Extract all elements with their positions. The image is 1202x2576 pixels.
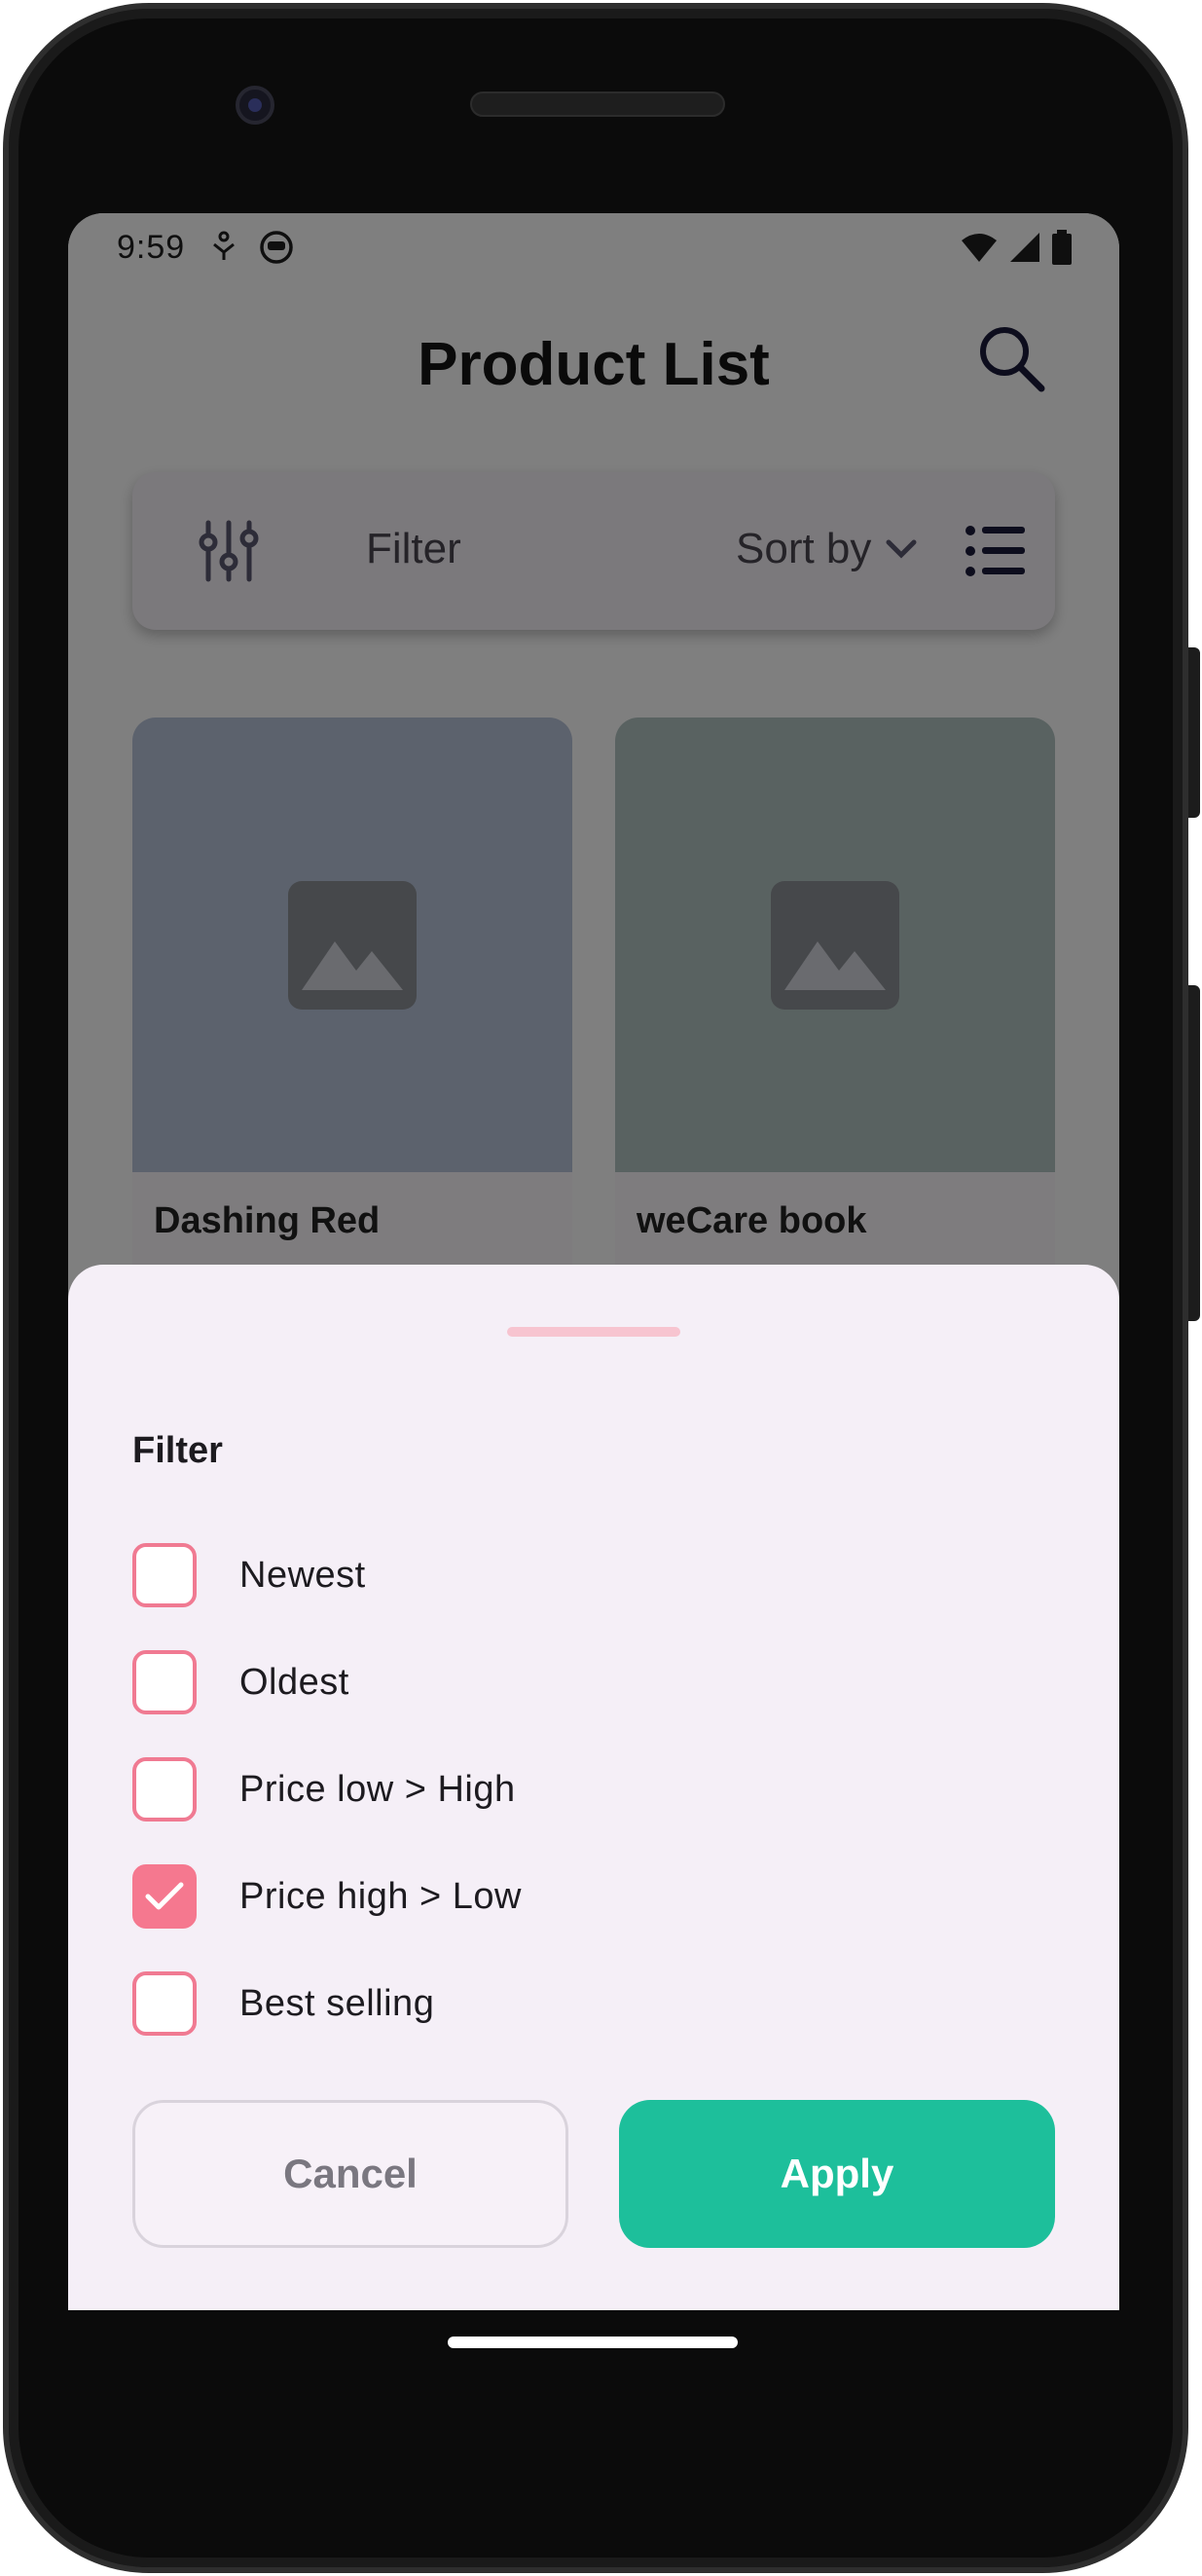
power-button [1188, 647, 1200, 818]
drag-handle[interactable] [507, 1327, 680, 1337]
filter-bottom-sheet: Filter Newest Oldest Price low > High Pr… [68, 1265, 1119, 2310]
checkbox[interactable] [132, 1650, 197, 1714]
filter-option-oldest[interactable]: Oldest [132, 1650, 349, 1714]
check-icon [145, 1882, 184, 1910]
filter-option-price-low-high[interactable]: Price low > High [132, 1757, 516, 1822]
filter-option-best-selling[interactable]: Best selling [132, 1971, 434, 2036]
checkbox[interactable] [132, 1543, 197, 1607]
apply-button[interactable]: Apply [619, 2100, 1055, 2248]
home-indicator[interactable] [448, 2337, 738, 2348]
option-label: Oldest [239, 1661, 349, 1703]
option-label: Newest [239, 1554, 366, 1596]
filter-option-newest[interactable]: Newest [132, 1543, 366, 1607]
sheet-title: Filter [132, 1430, 223, 1471]
cancel-button[interactable]: Cancel [132, 2100, 568, 2248]
option-label: Best selling [239, 1982, 435, 2024]
option-label: Price high > Low [239, 1875, 522, 1917]
front-camera [236, 86, 274, 125]
screen: 9:59 Product List [68, 213, 1119, 2310]
option-label: Price low > High [239, 1768, 516, 1810]
filter-option-price-high-low[interactable]: Price high > Low [132, 1864, 522, 1929]
checkbox-checked[interactable] [132, 1864, 197, 1929]
volume-button [1188, 985, 1200, 1321]
checkbox[interactable] [132, 1757, 197, 1822]
earpiece-speaker [470, 92, 725, 117]
checkbox[interactable] [132, 1971, 197, 2036]
